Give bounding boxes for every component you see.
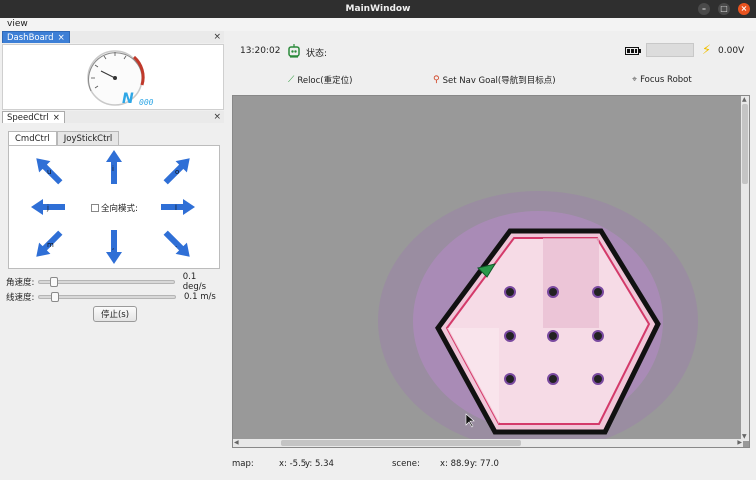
linear-speed-value: 0.1 m/s	[184, 292, 216, 302]
angular-speed-label: 角速度:	[6, 278, 35, 288]
arrow-up-icon[interactable]	[106, 150, 122, 184]
arrow-key-label: i	[112, 165, 114, 173]
window-title: MainWindow	[345, 4, 411, 14]
angular-speed-row: 角速度: 0.1 deg/s	[6, 272, 222, 292]
menu-view[interactable]: view	[7, 19, 28, 29]
clock: 13:20:02	[240, 46, 281, 56]
map-horizontal-scrollbar[interactable]: ◀ ▶	[233, 439, 743, 447]
scene-x: x: 88.9	[440, 459, 470, 469]
battery-icon	[625, 47, 641, 55]
arrow-key-label: u	[47, 168, 51, 176]
minimize-button[interactable]: –	[698, 3, 710, 15]
gauge-letter: N	[122, 91, 134, 107]
speed-gauge: N 000	[87, 50, 154, 107]
checkbox-box[interactable]	[91, 204, 99, 212]
arrow-key-label: o	[175, 168, 179, 176]
occupancy-map	[378, 191, 698, 447]
dashboard-dock-title: DashBoard × ×	[2, 31, 224, 43]
scroll-right-icon[interactable]: ▶	[737, 439, 742, 447]
map-toolbar: ⟋ Reloc(重定位) ⚲ Set Nav Goal(导航到目标点) ⌖ Fo…	[228, 73, 756, 87]
window-titlebar: MainWindow – □ ×	[0, 0, 756, 18]
scroll-up-icon[interactable]: ▲	[742, 96, 747, 104]
linear-speed-slider-handle[interactable]	[50, 292, 59, 302]
tab-cmdctrl[interactable]: CmdCtrl	[8, 131, 57, 145]
arrow-key-label: j	[46, 204, 49, 212]
robot-icon	[288, 44, 300, 58]
menubar: view	[0, 18, 756, 31]
focus-robot-button[interactable]: ⌖ Focus Robot	[632, 73, 692, 87]
speedctrl-panel: CmdCtrl JoyStickCtrl u i o j l m,. 全向模式: 角速度:…	[2, 124, 224, 460]
set-nav-goal-button[interactable]: ⚲ Set Nav Goal(导航到目标点)	[433, 73, 556, 87]
vertical-scroll-handle[interactable]	[742, 104, 748, 184]
arrow-key-label: .	[175, 241, 177, 249]
scene-label: scene:	[392, 459, 420, 469]
arrow-down-right-icon[interactable]	[160, 227, 195, 262]
dashboard-tab-close-icon[interactable]: ×	[58, 33, 65, 43]
arrow-right-icon[interactable]	[161, 199, 195, 215]
dashboard-tab-label: DashBoard	[7, 32, 54, 43]
bolt-icon: ⚡	[702, 43, 712, 58]
dashboard-tab[interactable]: DashBoard ×	[2, 31, 70, 43]
gauge-digits: 000	[139, 98, 154, 107]
angular-speed-slider-handle[interactable]	[50, 277, 59, 287]
arrow-key-label: ,	[112, 243, 114, 251]
map-label: map:	[232, 459, 254, 469]
speedctrl-tab[interactable]: SpeedCtrl ×	[2, 111, 65, 123]
tab-joystickctrl[interactable]: JoyStickCtrl	[56, 131, 120, 145]
speedctrl-tab-close-icon[interactable]: ×	[53, 113, 60, 123]
main-area: 13:20:02 状态: ⚡ 0.00V ⟋ Reloc(重定位) ⚲ Set …	[228, 31, 756, 480]
angular-speed-slider[interactable]	[37, 277, 175, 287]
coordinate-readout: map: x: -5.5 y: 5.34 scene: x: 88.9 y: 7…	[228, 459, 756, 473]
arrow-key-label: l	[175, 204, 177, 212]
horizontal-scroll-handle[interactable]	[281, 440, 521, 446]
dashboard-dock-close-icon[interactable]: ×	[213, 31, 221, 43]
speedctrl-dock-close-icon[interactable]: ×	[213, 111, 221, 123]
linear-speed-label: 线速度:	[6, 293, 35, 303]
speedctrl-dock-title: SpeedCtrl × ×	[2, 111, 224, 123]
free-space-patch	[543, 238, 599, 328]
speedctrl-tab-label: SpeedCtrl	[7, 112, 49, 123]
map-vertical-scrollbar[interactable]: ▲ ▼	[741, 96, 749, 441]
direction-pad: u i o j l m,. 全向模式:	[8, 145, 220, 269]
linear-speed-slider[interactable]	[38, 292, 176, 302]
reloc-label: Reloc(重定位)	[297, 76, 353, 86]
omni-mode-checkbox[interactable]: 全向模式:	[91, 202, 138, 214]
map-x: x: -5.5	[279, 459, 307, 469]
omni-mode-label: 全向模式:	[101, 204, 138, 214]
reloc-icon: ⟋	[288, 75, 295, 85]
angular-speed-value: 0.1 deg/s	[182, 272, 207, 292]
dashboard-panel: N 000	[2, 44, 224, 110]
maximize-button[interactable]: □	[718, 3, 730, 15]
reloc-button[interactable]: ⟋ Reloc(重定位)	[288, 73, 352, 87]
arrow-key-label: m	[47, 241, 54, 249]
status-bar: 13:20:02 状态: ⚡ 0.00V	[228, 43, 756, 61]
linear-speed-row: 线速度: 0.1 m/s	[6, 291, 222, 303]
state-label: 状态:	[306, 49, 328, 59]
crosshair-icon: ⌖	[632, 75, 638, 85]
focus-robot-label: Focus Robot	[640, 75, 692, 85]
close-button[interactable]: ×	[738, 3, 750, 15]
nav-goal-label: Set Nav Goal(导航到目标点)	[442, 76, 556, 86]
nav-goal-icon: ⚲	[433, 75, 440, 85]
battery-level-bar	[646, 43, 694, 57]
scene-y: y: 77.0	[470, 459, 499, 469]
map-canvas[interactable]: ▲ ▼ ◀ ▶	[232, 95, 750, 448]
map-y: y: 5.34	[305, 459, 334, 469]
voltage-value: 0.00V	[718, 46, 745, 56]
scroll-left-icon[interactable]: ◀	[234, 439, 239, 447]
stop-button[interactable]: 停止(s)	[93, 306, 137, 322]
